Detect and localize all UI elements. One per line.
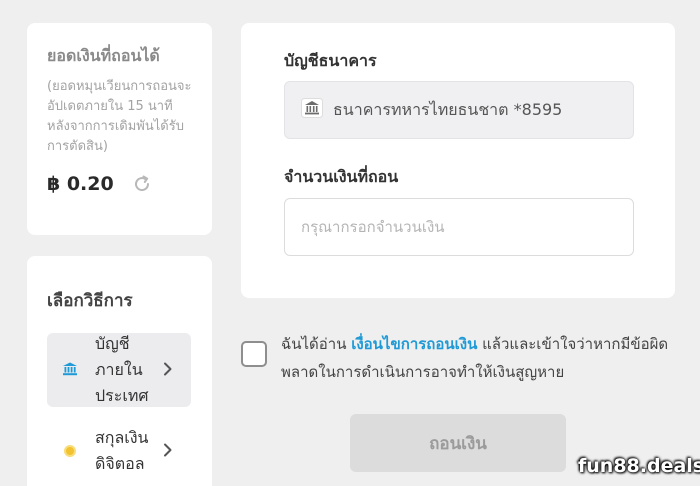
bank-account-field[interactable]: ธนาคารทหารไทยธนชาต *8595 bbox=[284, 81, 634, 139]
chevron-right-icon bbox=[163, 442, 173, 461]
withdraw-amount-label: จำนวนเงินที่ถอน bbox=[284, 167, 399, 186]
balance-row: ฿ 0.20 bbox=[47, 173, 192, 195]
withdraw-form-card: บัญชีธนาคาร ธนาคารทหารไทยธนชาต *8595 จำน… bbox=[241, 23, 675, 298]
terms-link[interactable]: เงื่อนไขการถอนเงิน bbox=[351, 335, 477, 353]
withdraw-button[interactable]: ถอนเงิน bbox=[350, 414, 566, 472]
terms-prefix: ฉันได้อ่าน bbox=[281, 335, 352, 353]
method-item-label: สกุลเงินดิจิตอล bbox=[95, 428, 149, 473]
balance-amount: ฿ 0.20 bbox=[47, 173, 114, 195]
withdraw-amount-input[interactable] bbox=[284, 198, 634, 256]
balance-title: ยอดเงินที่ถอนได้ bbox=[47, 46, 160, 65]
method-card: เลือกวิธีการ บัญชีภายในประเทศ สกุลเงินดิ… bbox=[27, 256, 212, 486]
chevron-right-icon bbox=[163, 361, 173, 380]
balance-card: ยอดเงินที่ถอนได้ (ยอดหมุนเวียนการถอนจะอั… bbox=[27, 23, 212, 235]
refresh-icon[interactable] bbox=[132, 174, 152, 194]
method-item-crypto[interactable]: สกุลเงินดิจิตอล bbox=[47, 423, 191, 479]
terms-text: ฉันได้อ่าน เงื่อนไขการถอนเงิน แล้วและเข้… bbox=[281, 330, 681, 386]
terms-checkbox[interactable] bbox=[241, 341, 267, 367]
method-title: เลือกวิธีการ bbox=[47, 291, 133, 311]
bank-account-value: ธนาคารทหารไทยธนชาต *8595 bbox=[333, 99, 563, 119]
method-item-label: บัญชีภายในประเทศ bbox=[95, 334, 149, 405]
balance-note: (ยอดหมุนเวียนการถอนจะอัปเดตภายใน 15 นาที… bbox=[47, 79, 192, 154]
terms-row: ฉันได้อ่าน เงื่อนไขการถอนเงิน แล้วและเข้… bbox=[241, 330, 681, 386]
bank-account-label: บัญชีธนาคาร bbox=[284, 51, 377, 70]
method-item-domestic-bank[interactable]: บัญชีภายในประเทศ bbox=[47, 333, 191, 407]
bank-icon bbox=[59, 361, 81, 380]
coin-icon bbox=[59, 442, 81, 461]
watermark: fun88.deals bbox=[578, 455, 700, 477]
bank-building-icon bbox=[301, 97, 323, 123]
